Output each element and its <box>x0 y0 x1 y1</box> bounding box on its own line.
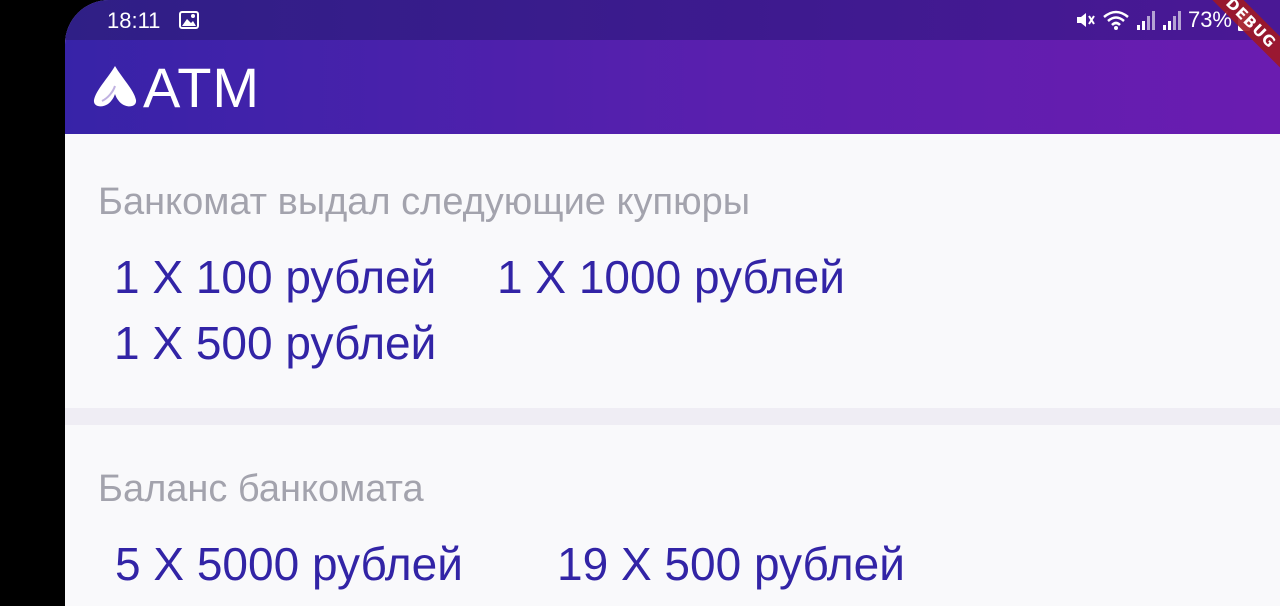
dispensed-bill: 1 X 500 рублей <box>114 317 437 369</box>
dispensed-bill: 1 X 1000 рублей <box>497 251 845 303</box>
balance-bill: 5 X 5000 рублей <box>115 538 463 590</box>
wifi-icon <box>1103 10 1129 30</box>
app-bar: 18:11 73% ATM DEBUG <box>65 0 1280 134</box>
status-bar: 18:11 73% <box>65 0 1280 40</box>
balance-bill: 19 X 500 рублей <box>557 538 905 590</box>
phone-screen: 18:11 73% ATM DEBUG Банкомат выдал следу… <box>65 0 1280 606</box>
signal-icon <box>1136 11 1155 30</box>
image-icon <box>179 11 199 29</box>
atm-logo-icon <box>93 66 137 107</box>
dispensed-label: Банкомат выдал следующие купюры <box>98 181 751 223</box>
section-divider <box>65 408 1280 425</box>
mute-icon <box>1076 13 1095 27</box>
balance-label: Баланс банкомата <box>98 468 424 510</box>
dispensed-bill: 1 X 100 рублей <box>114 251 437 303</box>
status-time: 18:11 <box>107 8 161 33</box>
app-title: ATM <box>143 56 261 119</box>
signal-icon-2 <box>1162 11 1181 30</box>
